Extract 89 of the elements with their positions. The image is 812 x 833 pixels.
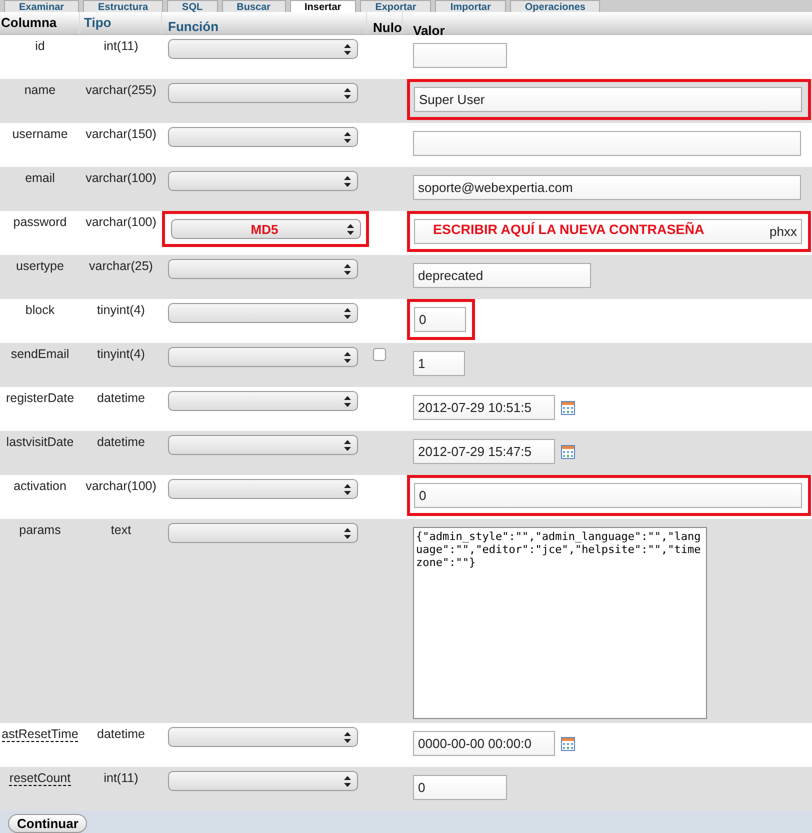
tab[interactable]: Exportar [360,0,432,12]
up-down-arrows-icon [344,88,351,98]
value-field[interactable]: 2012-07-29 10:51:5 [413,395,555,420]
up-down-arrows-icon [344,44,351,54]
up-down-arrows-icon [344,776,351,786]
tab[interactable]: Insertar [290,0,356,12]
up-down-arrows-icon [344,132,351,142]
value-field[interactable]: 0 [413,775,507,800]
column-name: username [12,127,68,141]
column-name: id [35,39,45,53]
up-down-arrows-icon [344,440,351,450]
calendar-icon[interactable] [561,400,575,414]
column-type: tinyint(4) [97,347,145,361]
up-down-arrows-icon [344,484,351,494]
value-field[interactable]: soporte@webexpertia.com [413,175,801,200]
column-name: resetCount [9,771,71,786]
value-field[interactable]: 1 [413,351,465,376]
column-type: datetime [97,435,145,449]
column-name: activation [14,479,66,493]
column-name: password [13,215,67,229]
function-select[interactable] [168,727,358,747]
up-down-arrows-icon [347,224,354,234]
column-type: varchar(100) [86,171,156,185]
column-header: Función [162,12,367,34]
up-down-arrows-icon [344,352,351,362]
up-down-arrows-icon [344,308,351,318]
tab[interactable]: SQL [167,0,218,12]
value-field[interactable] [413,43,507,68]
column-name: name [24,83,56,97]
value-textarea[interactable]: {"admin_style":"","admin_language":"","language":"","editor":"jce","helpsite":"","timezone":""} [413,527,707,719]
up-down-arrows-icon [344,176,351,186]
function-select[interactable] [168,391,358,411]
column-type: varchar(100) [86,215,156,229]
value-field[interactable] [413,131,801,156]
column-name: astResetTime [2,727,78,742]
up-down-arrows-icon [344,396,351,406]
function-select[interactable] [168,523,358,543]
up-down-arrows-icon [344,732,351,742]
value-field[interactable]: Super User [414,87,802,112]
column-type: varchar(100) [86,479,156,493]
column-type: varchar(25) [89,259,153,273]
column-header: Columna [0,12,80,34]
tab[interactable]: Estructura [83,0,164,12]
function-select[interactable] [168,479,358,499]
null-checkbox[interactable] [373,348,386,361]
column-type: int(11) [104,39,138,53]
column-type: datetime [97,391,145,405]
column-header: Valor [412,22,446,34]
column-type: int(11) [104,771,138,785]
value-field[interactable]: 0000-00-00 00:00:0 [413,731,555,756]
column-type: tinyint(4) [97,303,145,317]
function-select[interactable] [168,127,358,147]
column-name: lastvisitDate [6,435,74,449]
annotation-text: ESCRIBIR AQUÍ LA NUEVA CONTRASEÑA [433,222,704,237]
column-type: datetime [97,727,145,741]
function-select[interactable] [168,771,358,791]
value-field[interactable]: 0 [414,307,466,332]
tab[interactable]: Importar [435,0,506,12]
function-select[interactable] [168,347,358,367]
column-name: block [25,303,55,317]
calendar-icon[interactable] [561,444,575,458]
tab[interactable]: Operaciones [510,0,600,12]
column-type: varchar(150) [86,127,156,141]
up-down-arrows-icon [344,528,351,538]
function-select[interactable] [168,171,358,191]
value-field[interactable]: 0 [414,483,802,508]
function-select[interactable] [168,435,358,455]
column-name: usertype [16,259,64,273]
value-field[interactable]: deprecated [413,263,591,288]
column-name: sendEmail [10,347,70,361]
column-header: Tipo [80,12,162,34]
up-down-arrows-icon [344,264,351,274]
column-type: text [110,523,132,537]
function-select[interactable] [168,303,358,323]
column-type: varchar(255) [86,83,156,97]
value-field[interactable]: 2012-07-29 15:47:5 [413,439,555,464]
column-name: params [19,523,61,537]
calendar-icon[interactable] [561,736,575,750]
continue-button[interactable]: Continuar [8,814,88,833]
column-name: registerDate [6,391,74,405]
function-select[interactable] [168,39,358,59]
value-field[interactable]: ESCRIBIR AQUÍ LA NUEVA CONTRASEÑA phxx [414,219,802,244]
column-header: Nulo [367,12,403,34]
tab[interactable]: Examinar [4,0,80,12]
column-name: email [25,171,55,185]
tab[interactable]: Buscar [222,0,286,12]
function-select[interactable]: MD5 [171,219,361,239]
function-select[interactable] [168,83,358,103]
function-select[interactable] [168,259,358,279]
